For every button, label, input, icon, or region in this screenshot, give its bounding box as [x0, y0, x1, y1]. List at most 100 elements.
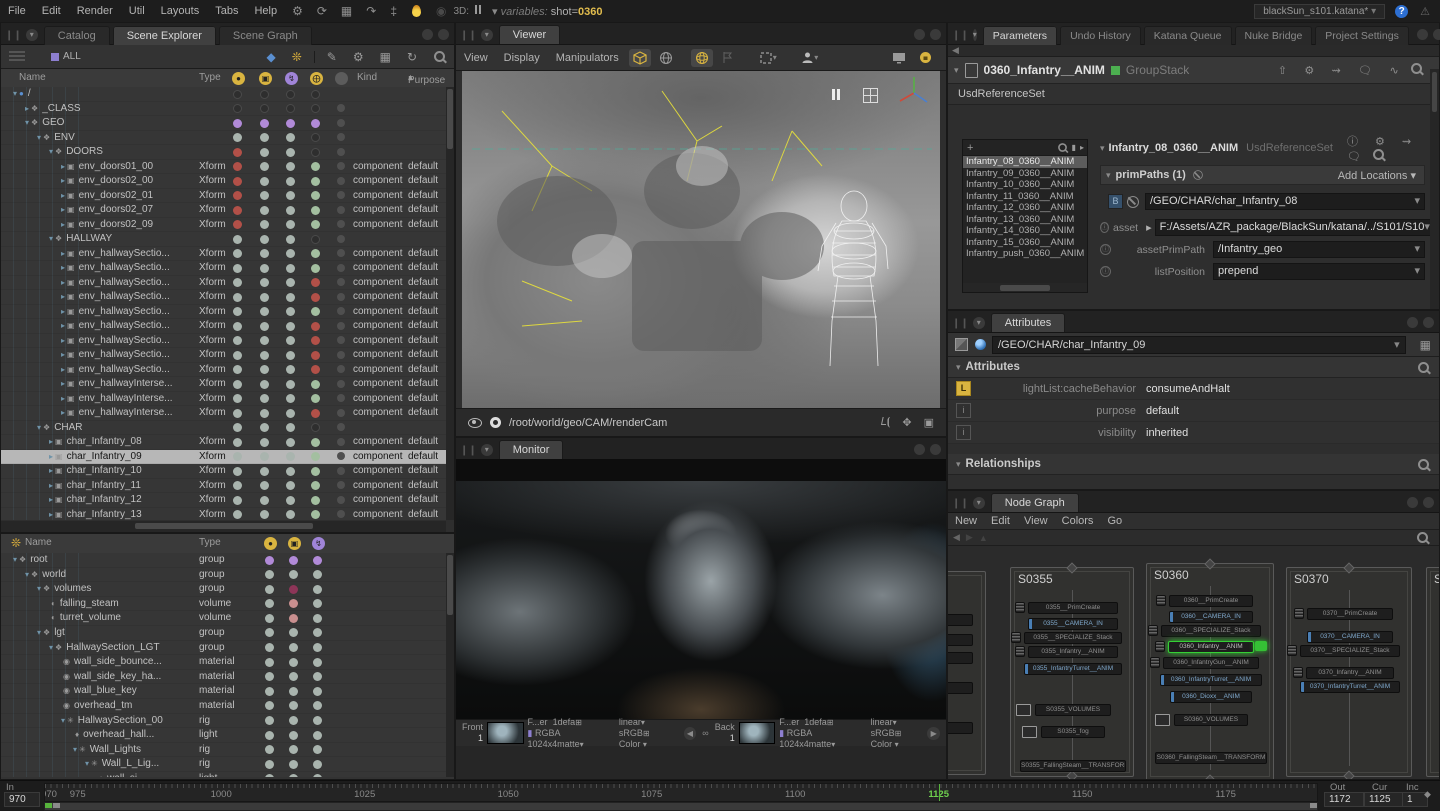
state-dot[interactable]: [337, 162, 345, 170]
panel-close-icon[interactable]: [930, 29, 941, 40]
state-dot[interactable]: [260, 90, 269, 99]
state-dot[interactable]: [337, 452, 345, 460]
dropdown-icon[interactable]: ▾: [1414, 264, 1420, 279]
state-dot[interactable]: [286, 264, 295, 273]
state-dot[interactable]: [286, 278, 295, 287]
state-dot[interactable]: [289, 614, 298, 623]
state-dot[interactable]: [260, 235, 269, 244]
tree-row[interactable]: ▾❖DOORS: [1, 145, 446, 160]
menu-render[interactable]: Render: [69, 5, 121, 17]
state-dot[interactable]: [289, 774, 298, 777]
state-dot[interactable]: [311, 452, 320, 461]
back-channels[interactable]: RGBA 1024x4: [779, 728, 811, 749]
panel-close-icon[interactable]: [930, 444, 941, 455]
state-dot[interactable]: [265, 687, 274, 696]
node-S0360_VOLUMES[interactable]: S0360_VOLUMES: [1174, 714, 1248, 726]
expander-icon[interactable]: ▸: [61, 249, 65, 258]
tree-row[interactable]: ▸▣env_hallwayInterse...Xformcomponentdef…: [1, 406, 446, 421]
state-dot[interactable]: [233, 510, 242, 519]
state-dot[interactable]: [286, 235, 295, 244]
state-dot[interactable]: [286, 220, 295, 229]
state-dot[interactable]: [260, 438, 269, 447]
tree-row[interactable]: ▸▣env_hallwaySectio...Xformcomponentdefa…: [1, 305, 446, 320]
state-dot[interactable]: [286, 119, 295, 128]
state-dot[interactable]: [286, 510, 295, 519]
reference-list-item[interactable]: Infantry_08_0360__ANIM: [963, 156, 1087, 168]
panel-float-icon[interactable]: [1417, 29, 1428, 40]
expander-icon[interactable]: ▸: [61, 350, 65, 359]
state-dot[interactable]: [311, 336, 320, 345]
info-icon[interactable]: ⓘ: [1100, 266, 1111, 277]
state-dot[interactable]: [286, 409, 295, 418]
refresh-icon[interactable]: ↻: [407, 50, 417, 64]
tab-attributes[interactable]: Attributes: [991, 313, 1065, 332]
vertical-scrollbar[interactable]: [446, 87, 454, 520]
state-dot[interactable]: [313, 760, 322, 769]
tab-nuke-bridge[interactable]: Nuke Bridge: [1235, 26, 1313, 45]
state-dot[interactable]: [286, 423, 295, 432]
state-dot[interactable]: [311, 148, 320, 157]
expander-icon[interactable]: ▸: [61, 162, 65, 171]
node-0370_InfantryTurret__ANIM[interactable]: 0370_InfantryTurret__ANIM: [1300, 681, 1400, 693]
state-dot[interactable]: [233, 206, 242, 215]
expander-icon[interactable]: ▾: [13, 89, 17, 98]
viewport-pause-icon[interactable]: [832, 89, 840, 100]
state-dot[interactable]: [260, 220, 269, 229]
state-dot[interactable]: [233, 438, 242, 447]
next-buffer-icon[interactable]: ▶: [927, 727, 940, 740]
state-dot[interactable]: [260, 467, 269, 476]
person-icon[interactable]: ▾: [799, 49, 821, 67]
state-dot[interactable]: [337, 293, 345, 301]
tree-row[interactable]: ◉wall_side_bounce...material: [1, 655, 446, 670]
state-dot[interactable]: [286, 481, 295, 490]
state-dot[interactable]: [313, 599, 322, 608]
expander-icon[interactable]: ▸: [61, 408, 65, 417]
node-group-S0355[interactable]: S03550355__PrimCreate0355__CAMERA_IN0355…: [1010, 567, 1134, 777]
state-dot[interactable]: [265, 570, 274, 579]
reference-list-item[interactable]: Infantry_13_0360__ANIM: [963, 214, 1087, 226]
reference-list-item[interactable]: Infantry_12_0360__ANIM: [963, 202, 1087, 214]
dropdown-icon[interactable]: ▾: [1414, 242, 1420, 257]
reference-list-item[interactable]: Infantry_14_0360__ANIM: [963, 225, 1087, 237]
panel-float-icon[interactable]: [422, 29, 433, 40]
state-dot[interactable]: [260, 264, 269, 273]
search-icon[interactable]: [1411, 63, 1422, 74]
state-dot[interactable]: [260, 177, 269, 186]
in-frame-field[interactable]: 970: [4, 792, 40, 807]
panel-menu-icon[interactable]: ▾: [26, 29, 38, 41]
state-dot[interactable]: [311, 467, 320, 476]
state-dot[interactable]: [337, 307, 345, 315]
node-0360__SPECIALIZE_Stack[interactable]: 0360__SPECIALIZE_Stack: [1161, 625, 1261, 637]
column-purpose[interactable]: Purpose ▴: [408, 72, 413, 83]
expander-icon[interactable]: ▾: [37, 628, 41, 637]
expander-icon[interactable]: ▸: [49, 437, 53, 446]
tree-row[interactable]: ▸▣env_doors02_07Xformcomponentdefault: [1, 203, 446, 218]
usd-shield-icon[interactable]: ◆: [266, 50, 275, 64]
state-dot[interactable]: [311, 293, 320, 302]
state-dot[interactable]: [313, 570, 322, 579]
state-dot[interactable]: [260, 278, 269, 287]
tab-node-graph[interactable]: Node Graph: [991, 493, 1079, 512]
state-dot[interactable]: [233, 278, 242, 287]
state-dot[interactable]: [337, 365, 345, 373]
collapse-arrow-icon[interactable]: ▾: [1100, 143, 1105, 154]
state-dot[interactable]: [337, 351, 345, 359]
state-dot[interactable]: [311, 90, 320, 99]
state-dot[interactable]: [311, 394, 320, 403]
panel-close-icon[interactable]: [1423, 317, 1434, 328]
state-dot[interactable]: [337, 264, 345, 272]
monitor-render-image[interactable]: [456, 481, 946, 719]
tree-row[interactable]: ▸❖_CLASS: [1, 102, 446, 117]
viewport-3d[interactable]: [462, 71, 940, 408]
tree-row[interactable]: ▸▣char_Infantry_09Xformcomponentdefault: [1, 450, 446, 465]
state-dot[interactable]: [313, 658, 322, 667]
tab-monitor[interactable]: Monitor: [499, 440, 564, 459]
state-dot[interactable]: [260, 119, 269, 128]
node-0360__PrimCreate[interactable]: 0360__PrimCreate: [1169, 595, 1253, 607]
state-dot[interactable]: [311, 249, 320, 258]
nodegraph-menu-colors[interactable]: Colors: [1062, 515, 1094, 527]
state-dot[interactable]: [286, 177, 295, 186]
expander-icon[interactable]: ▾: [49, 643, 53, 652]
state-dot[interactable]: [289, 658, 298, 667]
info-icon[interactable]: ⓘ: [1347, 136, 1358, 148]
